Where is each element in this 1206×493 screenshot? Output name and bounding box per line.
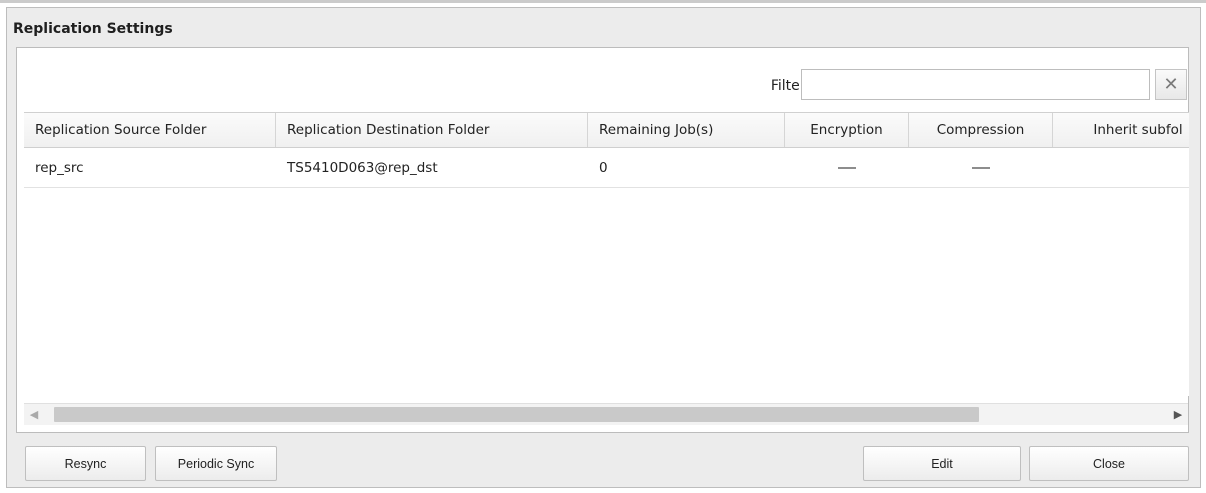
column-header-remaining-jobs[interactable]: Remaining Job(s): [588, 113, 785, 147]
cell-compression: [909, 148, 1053, 187]
cell-destination: TS5410D063@rep_dst: [287, 159, 438, 176]
grid-header: Replication Source Folder Replication De…: [24, 112, 1189, 148]
column-header-encryption[interactable]: Encryption: [785, 113, 909, 147]
column-header-source[interactable]: Replication Source Folder: [24, 113, 276, 147]
periodic-sync-button[interactable]: Periodic Sync: [155, 446, 277, 481]
scrollbar-thumb[interactable]: [54, 407, 979, 422]
resync-button[interactable]: Resync: [25, 446, 146, 481]
cell-encryption: [785, 148, 909, 187]
table-row[interactable]: rep_src TS5410D063@rep_dst 0: [24, 148, 1189, 188]
window-top-edge: [0, 0, 1206, 3]
filter-clear-button[interactable]: ✕: [1155, 69, 1187, 100]
dash-icon: [838, 166, 856, 169]
column-header-destination[interactable]: Replication Destination Folder: [276, 113, 588, 147]
horizontal-scrollbar[interactable]: ◀ ▶: [24, 403, 1188, 425]
column-header-inherit-subfolder[interactable]: Inherit subfol: [1053, 113, 1189, 147]
scroll-right-arrow-icon[interactable]: ▶: [1168, 404, 1188, 425]
edit-button[interactable]: Edit: [863, 446, 1021, 481]
dialog-title: Replication Settings: [13, 21, 173, 37]
cell-inherit-subfolder: [1053, 148, 1189, 187]
cell-remaining-jobs: 0: [599, 159, 608, 176]
close-icon: ✕: [1163, 74, 1179, 95]
cell-source: rep_src: [35, 159, 84, 176]
filter-input[interactable]: [801, 69, 1150, 100]
dash-icon: [972, 166, 990, 169]
scroll-left-arrow-icon[interactable]: ◀: [24, 404, 44, 425]
close-button[interactable]: Close: [1029, 446, 1189, 481]
replication-grid: Replication Source Folder Replication De…: [24, 112, 1189, 396]
column-header-compression[interactable]: Compression: [909, 113, 1053, 147]
